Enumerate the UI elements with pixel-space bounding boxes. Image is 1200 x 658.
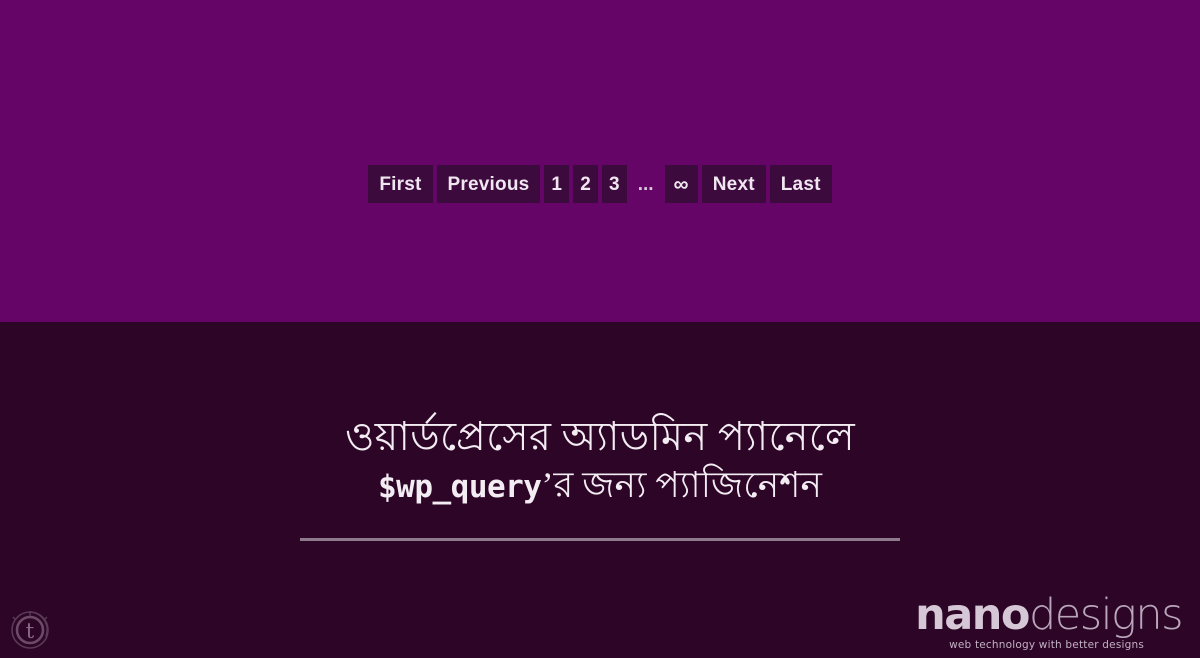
top-panel — [0, 0, 1200, 322]
title-divider — [300, 538, 900, 541]
pagination-page-3-button[interactable]: 3 — [601, 165, 627, 203]
slide-title-line-2: $wp_query’র জন্য প্যাজিনেশন — [0, 464, 1200, 507]
brand-name-bold: nano — [915, 589, 1030, 640]
pagination-ellipsis: ... — [637, 174, 654, 195]
slide-title-line-1: ওয়ার্ডপ্রেসের অ্যাডমিন প্যানেলে — [345, 414, 855, 459]
brand-wordmark: nanodesigns — [915, 593, 1183, 637]
slide-title-line-2-rest: ’র জন্য প্যাজিনেশন — [541, 465, 822, 506]
pagination-page-2-button[interactable]: 2 — [573, 165, 598, 203]
pagination-control: First Previous 1 2 3 ... ∞ Next Last — [0, 165, 1200, 203]
slide-canvas: First Previous 1 2 3 ... ∞ Next Last ওয়… — [0, 0, 1200, 658]
t-badge-letter: t — [26, 619, 35, 643]
pagination-infinity-button[interactable]: ∞ — [664, 165, 698, 203]
t-badge-logo: t — [8, 608, 52, 652]
pagination-page-1-button[interactable]: 1 — [544, 165, 570, 203]
code-token: $wp_query — [378, 469, 542, 506]
nanodesigns-logo: nanodesigns web technology with better d… — [915, 593, 1183, 651]
brand-tagline: web technology with better designs — [949, 638, 1144, 651]
pagination-last-button[interactable]: Last — [769, 165, 832, 203]
pagination-next-button[interactable]: Next — [701, 165, 766, 203]
slide-title: ওয়ার্ডপ্রেসের অ্যাডমিন প্যানেলে $wp_que… — [0, 414, 1200, 508]
brand-name-light: designs — [1028, 589, 1184, 640]
pagination-previous-button[interactable]: Previous — [436, 165, 541, 203]
pagination-first-button[interactable]: First — [368, 165, 433, 203]
